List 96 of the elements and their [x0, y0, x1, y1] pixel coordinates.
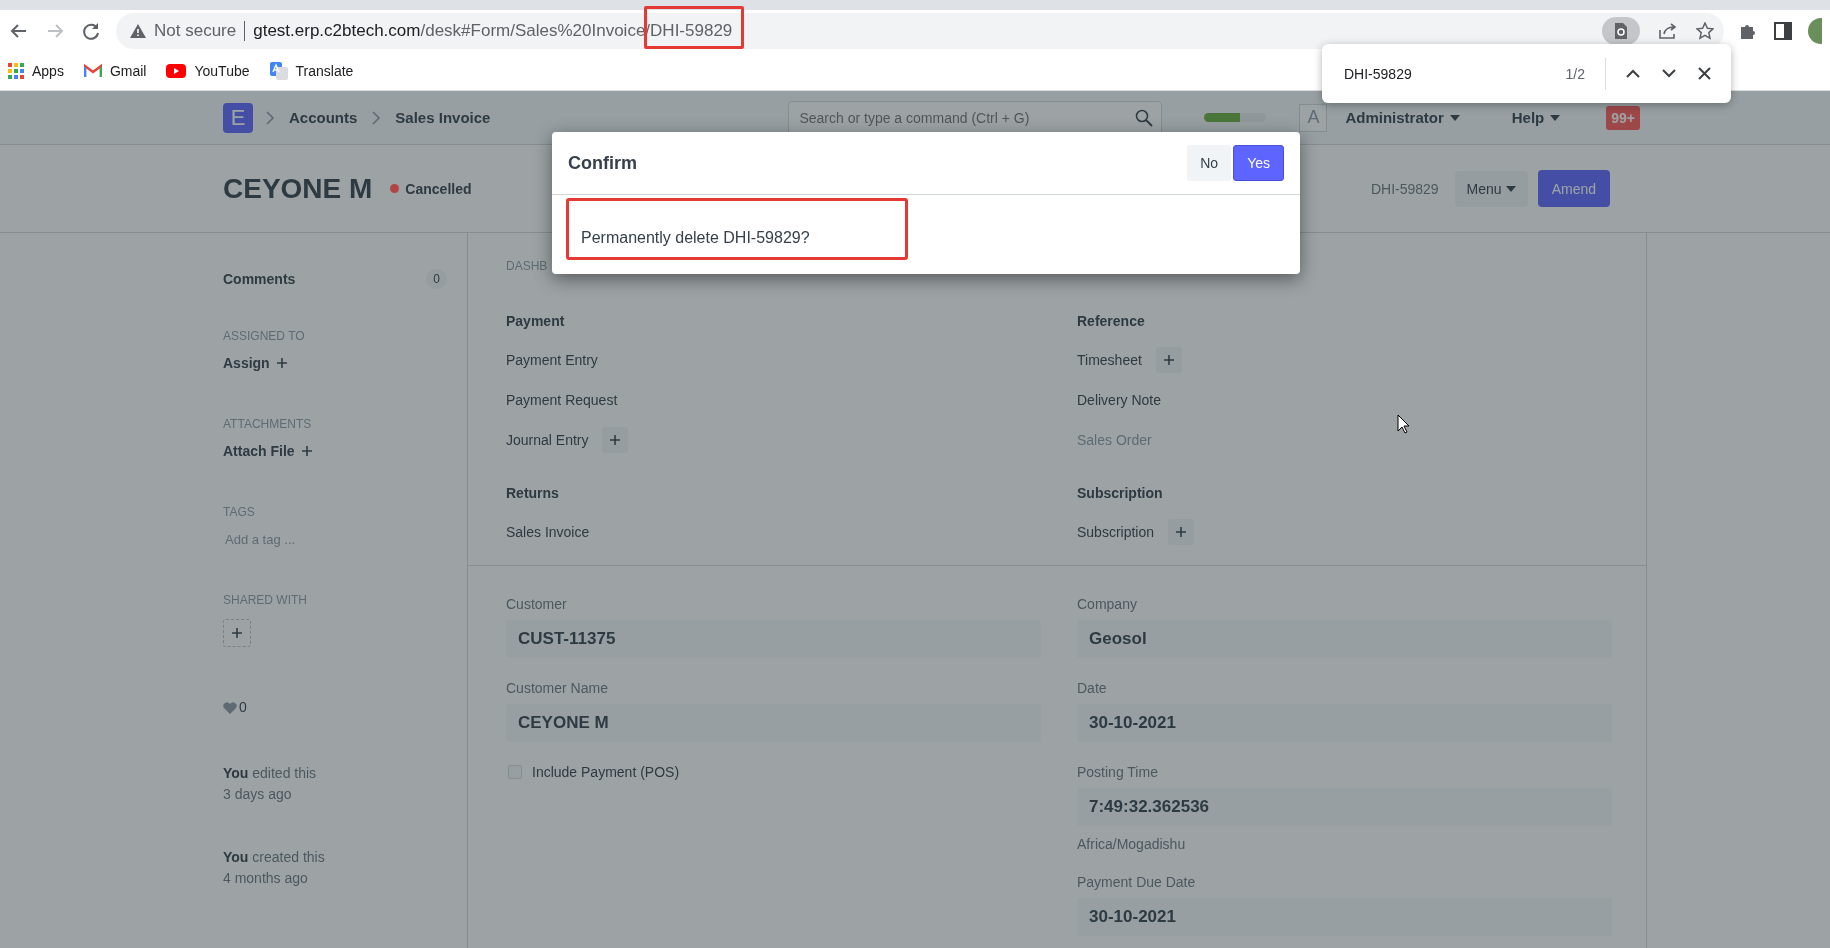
chevron-right-icon [371, 109, 382, 126]
activity-time: 4 months ago [223, 869, 309, 888]
dashboard-link[interactable]: Journal Entry [506, 432, 589, 448]
field-label: Customer [506, 596, 568, 612]
dashboard-section-title: Returns [506, 485, 560, 501]
section-heading: ATTACHMENTS [223, 417, 313, 431]
play-icon [166, 64, 187, 78]
share-icon[interactable] [1658, 22, 1678, 40]
breadcrumb[interactable]: Sales Invoice [395, 109, 491, 126]
input-field[interactable]: CEYONE M [506, 704, 1041, 742]
activity-text: You created this [223, 848, 326, 867]
field-label: Company [1077, 596, 1138, 612]
search-field[interactable]: Search or type a command (Ctrl + G) [788, 100, 1163, 135]
app-logo[interactable]: E [223, 102, 253, 133]
menu-button[interactable]: Menu [1454, 170, 1528, 207]
dashboard-label: DASHB [506, 259, 549, 273]
field-label: Posting Time [1077, 764, 1159, 780]
plus-icon [1175, 526, 1188, 538]
bookmark[interactable]: YouTube [166, 63, 250, 79]
dashboard-link[interactable]: Payment Request [506, 392, 618, 408]
chevron-up-icon[interactable] [1626, 69, 1640, 78]
breadcrumb[interactable]: Accounts [289, 109, 358, 126]
dialog-title: Confirm [568, 152, 637, 174]
warning-icon [130, 24, 146, 38]
document-name: DHI-59829 [1370, 180, 1439, 197]
add-button[interactable] [1168, 519, 1195, 545]
field-label: Date [1077, 680, 1108, 696]
url-path: /DHI-59829 [645, 21, 733, 41]
dashboard-link[interactable]: Sales Invoice [506, 524, 590, 540]
security-label: Not secure [154, 21, 237, 41]
dashboard-link[interactable]: Payment Entry [506, 352, 598, 368]
field-label: Customer Name [506, 680, 609, 696]
cursor-icon [1397, 414, 1410, 434]
activity-time: 3 days ago [223, 785, 293, 804]
dashboard-link[interactable]: Subscription [1077, 524, 1155, 540]
caret-icon [1550, 114, 1561, 121]
page-title: CEYONE M [223, 172, 373, 205]
user-menu[interactable]: Administrator [1339, 108, 1466, 127]
input-field[interactable]: 7:49:32.362536 [1077, 788, 1612, 826]
amend-button[interactable]: Amend [1537, 170, 1610, 207]
caret-icon [1449, 114, 1460, 121]
dashboard-link[interactable]: Delivery Note [1077, 392, 1162, 408]
plus-icon [231, 627, 243, 639]
input-field[interactable]: Geosol [1077, 620, 1612, 658]
url-host: gtest.erp.c2btech.com [253, 21, 421, 41]
close-icon[interactable] [1698, 67, 1711, 80]
notification-count[interactable]: 99+ [1606, 105, 1640, 130]
apps-grid-icon [8, 63, 24, 79]
dashboard-section-title: Subscription [1077, 485, 1164, 501]
star-icon[interactable] [1696, 22, 1714, 40]
search-icon [1135, 108, 1154, 127]
share-add-button[interactable] [223, 619, 251, 647]
mail-icon [83, 64, 102, 78]
help-menu[interactable]: Help [1505, 108, 1567, 127]
plus-icon [275, 357, 288, 369]
checkbox[interactable] [508, 765, 522, 779]
chevron-right-icon [265, 109, 275, 126]
dashboard-section-title: Reference [1077, 313, 1146, 329]
plus-icon [300, 445, 313, 457]
like-count: 0 [239, 699, 247, 715]
checkbox-label: Include Payment (POS) [532, 764, 680, 780]
find-icon[interactable] [1602, 17, 1640, 45]
add-button[interactable] [1155, 347, 1182, 373]
status-label: Cancelled [405, 180, 472, 197]
dashboard-section-title: Payment [506, 313, 566, 329]
profile-avatar[interactable] [1808, 18, 1822, 44]
plus-icon [609, 434, 622, 446]
bookmark[interactable]: Apps [8, 63, 64, 79]
input-field[interactable]: CUST-11375 [506, 620, 1041, 658]
match-count: 1/2 [1565, 65, 1585, 82]
field-label: Payment Due Date [1077, 874, 1197, 890]
bookmark[interactable]: Translate [269, 62, 354, 80]
section-heading: ASSIGNED TO [223, 329, 306, 343]
comments-label[interactable]: Comments [223, 271, 296, 287]
comment-count: 0 [426, 269, 447, 289]
section-heading: TAGS [223, 505, 256, 519]
caret-icon [1505, 185, 1516, 192]
sidebar-action[interactable]: Assign [223, 355, 288, 371]
section-heading: SHARED WITH [223, 593, 308, 607]
input-field[interactable]: 30-10-2021 [1077, 704, 1612, 742]
translate-icon [269, 62, 288, 80]
dialog-button[interactable]: No [1187, 145, 1232, 181]
plus-icon [1162, 354, 1175, 366]
timezone-note: Africa/Mogadishu [1077, 836, 1187, 852]
sidebar-action[interactable]: Attach File [223, 443, 313, 459]
chevron-down-icon[interactable] [1662, 69, 1676, 78]
add-button[interactable] [602, 427, 629, 453]
dialog-message: Permanently delete DHI-59829? [581, 229, 810, 247]
url-path: /desk#Form/Sales%20Invoice [420, 21, 646, 41]
side-panel-icon[interactable] [1774, 22, 1792, 40]
dashboard-link[interactable]: Timesheet [1077, 352, 1142, 368]
dialog-button[interactable]: Yes [1233, 145, 1284, 181]
tag-input[interactable]: Add a tag ... [223, 532, 296, 547]
bookmark[interactable]: Gmail [83, 63, 147, 79]
input-field[interactable]: 30-10-2021 [1077, 898, 1612, 936]
activity-text: You edited this [223, 764, 318, 783]
